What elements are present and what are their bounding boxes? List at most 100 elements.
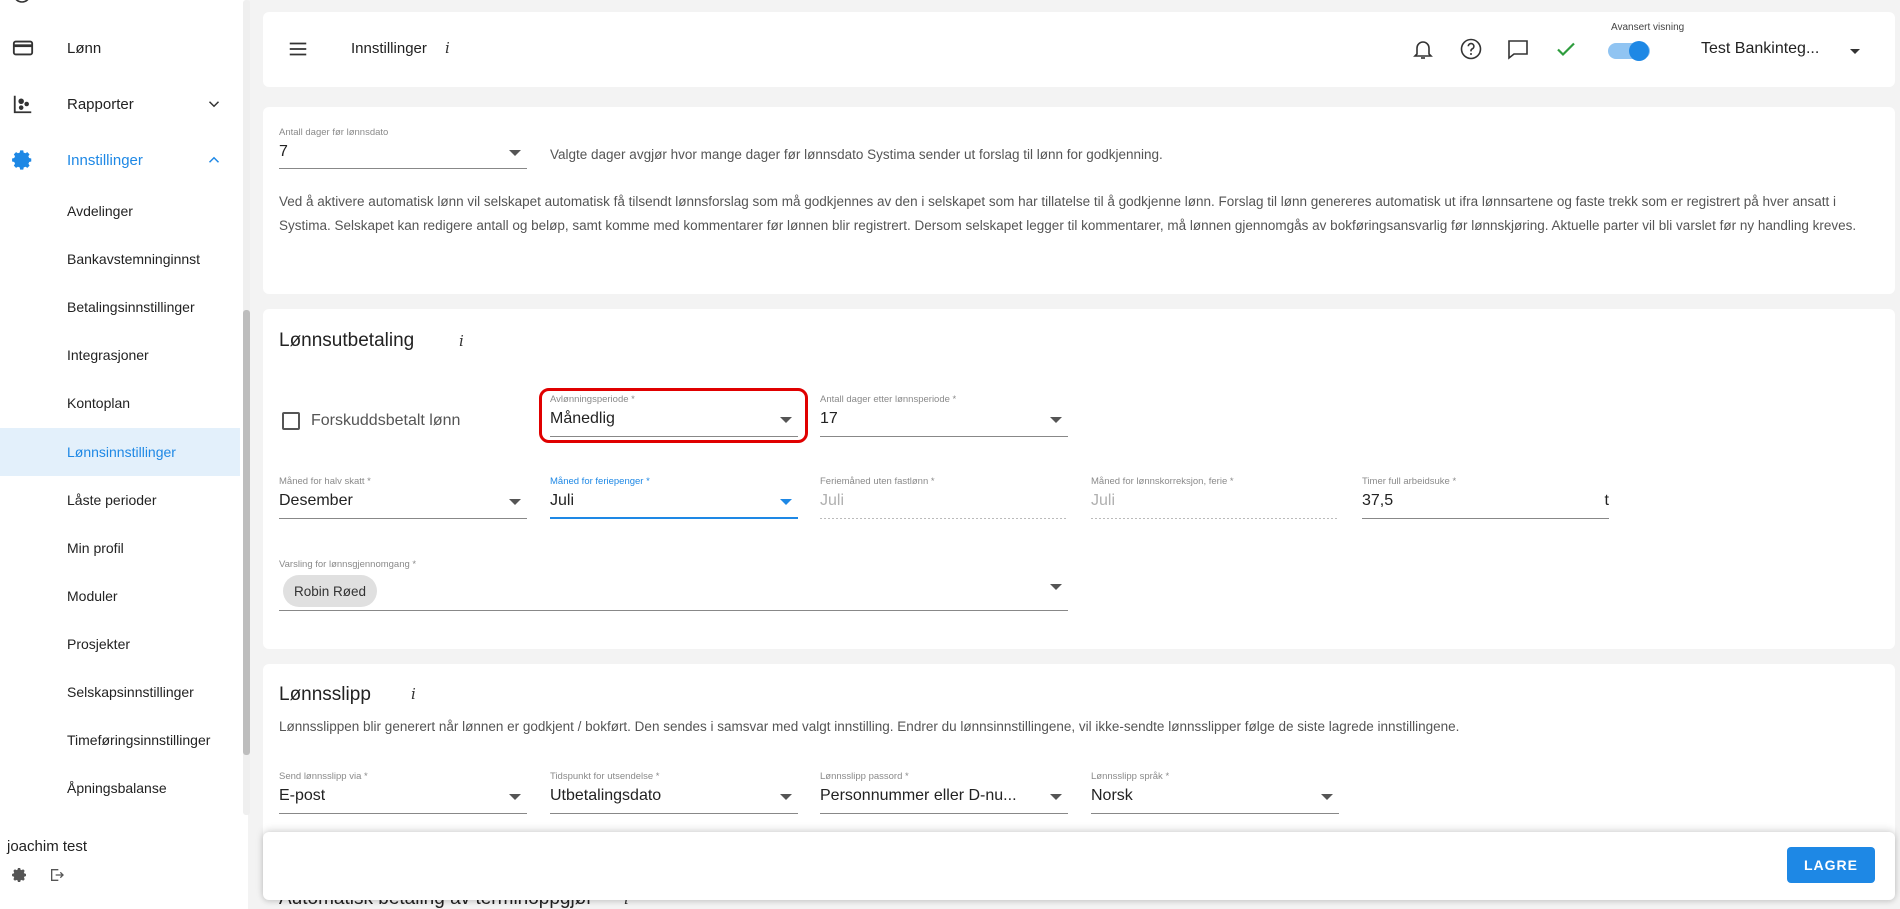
sidebar-item-label: Moduler (67, 588, 118, 604)
sidebar-item-apningsbalanse[interactable]: Åpningsbalanse (0, 764, 240, 812)
field-value: Utbetalingsdato (550, 787, 662, 804)
chat-icon[interactable] (1506, 37, 1530, 61)
sidebar-item-label: Prosjekter (67, 636, 131, 652)
field-label: Måned for feriepenger * (550, 476, 650, 487)
chevron-up-icon (208, 156, 220, 163)
checkmark-icon[interactable] (1554, 37, 1578, 61)
sidebar-item-innstillinger[interactable]: Innstillinger (0, 132, 240, 188)
reports-icon (13, 95, 32, 114)
sidebar-item-bankavstemninginnst[interactable]: Bankavstemninginnst (0, 235, 240, 283)
days-after-period-select[interactable]: Antall dager etter lønnsperiode * 17 (820, 394, 1068, 437)
help-icon[interactable] (1459, 37, 1483, 61)
sidebar-item-label: Rapporter (67, 95, 134, 113)
sidebar-item-prosjekter[interactable]: Prosjekter (0, 620, 240, 668)
sidebar-item-label: Bankavstemninginnst (67, 251, 201, 267)
payout-card: Lønnsutbetaling i Forskuddsbetalt lønn A… (263, 309, 1895, 649)
sidebar-item-avdelinger[interactable]: Avdelinger (0, 187, 240, 235)
caret-down-icon (509, 499, 521, 505)
caret-down-icon (1050, 794, 1062, 800)
field-value: 37,5 (1362, 492, 1394, 509)
payslip-language-select[interactable]: Lønnsslipp språk * Norsk (1091, 771, 1339, 814)
user-name: joachim test (7, 838, 88, 855)
page-title: Innstillinger (351, 40, 427, 57)
field-label: Timer full arbeidsuke * (1362, 476, 1457, 487)
holiday-pay-month-select[interactable]: Måned for feriepenger * Juli (550, 476, 798, 519)
holiday-correction-month-select: Måned for lønnskorreksjon, ferie * Juli (1091, 476, 1339, 519)
logout-icon[interactable] (49, 867, 65, 883)
caret-down-icon (1050, 417, 1062, 423)
sidebar-item-timeforingsinnstillinger[interactable]: Timeføringsinnstillinger (0, 716, 240, 764)
sidebar-item-lonn[interactable]: Lønn (0, 20, 240, 76)
field-label: Antall dager før lønnsdato (279, 127, 389, 138)
save-bar: LAGRE (263, 832, 1895, 900)
field-value: Desember (279, 492, 353, 509)
payslip-send-time-select[interactable]: Tidspunkt for utsendelse * Utbetalingsda… (550, 771, 798, 814)
advance-salary-checkbox[interactable] (282, 412, 300, 430)
half-tax-month-select[interactable]: Måned for halv skatt * Desember (279, 476, 527, 519)
review-notification-select[interactable]: Varsling for lønnsgjennomgang * Robin Rø… (279, 559, 1068, 611)
payslip-send-via-select[interactable]: Send lønnsslipp via * E-post (279, 771, 527, 814)
user-settings-icon[interactable] (12, 867, 28, 883)
field-value: Personnummer eller D-nu... (820, 787, 1017, 804)
credit-card-icon (12, 40, 34, 56)
field-label: Måned for halv skatt * (279, 476, 371, 487)
weekly-hours-input[interactable]: Timer full arbeidsuke * 37,5 t (1362, 476, 1609, 519)
caret-down-icon (780, 794, 792, 800)
field-value: E-post (279, 787, 326, 804)
sidebar-item-label: Åpningsbalanse (67, 780, 167, 796)
sidebar-item-label: Innstillinger (67, 151, 143, 169)
gear-icon (12, 150, 32, 170)
field-value: 7 (279, 143, 288, 160)
field-label: Send lønnsslipp via * (279, 771, 368, 782)
field-label: Antall dager etter lønnsperiode * (820, 394, 957, 405)
sidebar-item-kontoplan[interactable]: Kontoplan (0, 379, 240, 427)
days-before-payday-select[interactable]: Antall dager før lønnsdato 7 (279, 127, 527, 169)
company-selector[interactable]: Test Bankinteg... (1701, 40, 1819, 58)
field-label: Lønnsslipp passord * (820, 771, 909, 782)
sidebar-item-label: Selskapsinnstillinger (67, 684, 194, 700)
caret-down-icon[interactable] (1850, 46, 1860, 56)
sidebar-item-label: Min profil (67, 540, 124, 556)
auto-salary-card: Antall dager før lønnsdato 7 Valgte dage… (263, 107, 1895, 294)
sidebar-item-label: Avdelinger (67, 203, 133, 219)
save-button[interactable]: LAGRE (1787, 847, 1875, 883)
sidebar: Lønn Rapporter Innstillinger Avdelinger … (0, 0, 250, 909)
section-title: Lønnsutbetaling (279, 330, 415, 351)
sidebar-item-integrasjoner[interactable]: Integrasjoner (0, 331, 240, 379)
highlight-box (539, 388, 808, 443)
sidebar-item-moduler[interactable]: Moduler (0, 572, 240, 620)
field-label: Feriemåned uten fastlønn * (820, 476, 935, 487)
field-value: Norsk (1091, 787, 1133, 804)
sidebar-item-label: Kontoplan (67, 395, 131, 411)
advanced-view-toggle[interactable] (1608, 40, 1650, 62)
clock-icon (15, 0, 29, 3)
auto-salary-description: Ved å aktivere automatisk lønn vil selsk… (279, 194, 1857, 233)
hamburger-menu-icon[interactable] (287, 38, 309, 60)
sidebar-item-label: Timeføringsinnstillinger (67, 732, 211, 748)
payslip-password-select[interactable]: Lønnsslipp passord * Personnummer eller … (820, 771, 1068, 814)
field-value: Juli (550, 492, 575, 509)
sidebar-item-label: Lønnsinnstillinger (67, 444, 176, 460)
sidebar-item-rapporter[interactable]: Rapporter (0, 76, 240, 132)
sidebar-item-betalingsinnstillinger[interactable]: Betalingsinnstillinger (0, 283, 240, 331)
chip-label: Robin Røed (294, 583, 367, 599)
field-value: 17 (820, 410, 838, 427)
info-icon[interactable]: i (411, 685, 416, 703)
sidebar-scrollbar-thumb[interactable] (243, 310, 250, 755)
sidebar-item-selskapsinnstillinger[interactable]: Selskapsinnstillinger (0, 668, 240, 716)
notify-user-chip[interactable]: Robin Røed (283, 575, 378, 607)
info-icon[interactable]: i (445, 39, 450, 57)
sidebar-item-label: Låste perioder (67, 492, 157, 508)
advanced-view-label: Avansert visning (1611, 22, 1685, 33)
hours-unit: t (1604, 492, 1609, 509)
sidebar-item-label: Lønn (67, 39, 102, 57)
caret-down-icon (1050, 584, 1062, 590)
bell-icon[interactable] (1411, 37, 1435, 61)
sidebar-item-lonnsinnstillinger[interactable]: Lønnsinnstillinger (0, 428, 240, 476)
checkbox-label: Forskuddsbetalt lønn (311, 412, 461, 429)
section-title: Lønnsslipp (279, 684, 371, 705)
caret-down-icon (1321, 794, 1333, 800)
sidebar-item-laste-perioder[interactable]: Låste perioder (0, 476, 240, 524)
info-icon[interactable]: i (459, 332, 464, 350)
sidebar-item-min-profil[interactable]: Min profil (0, 524, 240, 572)
